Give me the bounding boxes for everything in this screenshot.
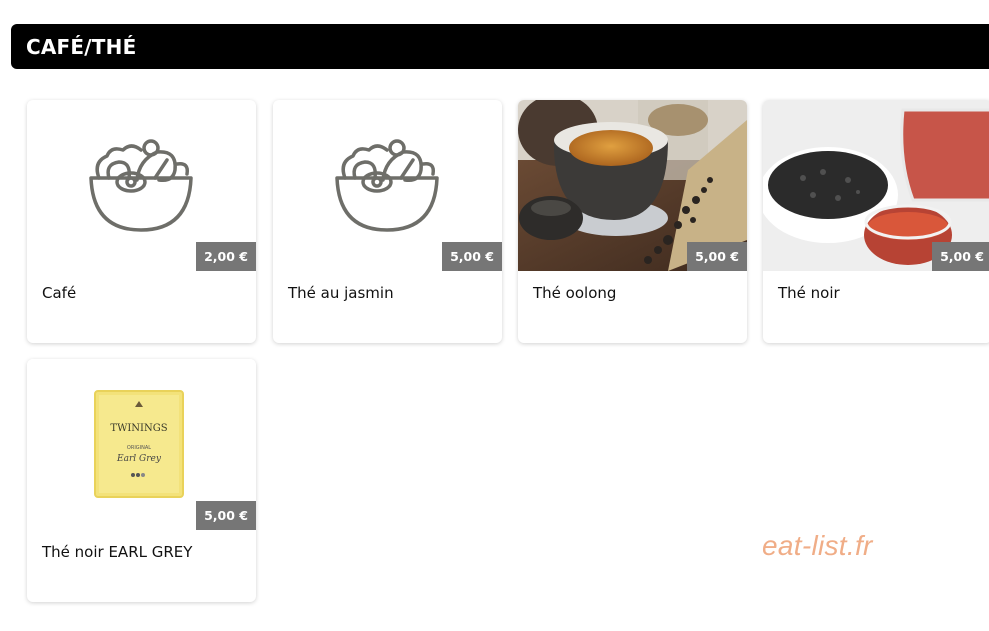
package-brand-text: TWININGS — [110, 423, 167, 434]
site-watermark: eat-list.fr — [762, 530, 873, 561]
product-name: Thé oolong — [533, 284, 617, 302]
price-tag: 5,00 € — [687, 242, 747, 271]
package-flavor-text: Earl Grey — [116, 454, 162, 464]
product-name: Thé noir EARL GREY — [42, 543, 193, 561]
price-tag: 5,00 € — [932, 242, 989, 271]
product-card-the-oolong[interactable]: 5,00 € Thé oolong — [518, 100, 747, 343]
price-tag: 2,00 € — [196, 242, 256, 271]
product-name: Thé au jasmin — [288, 284, 394, 302]
package-sub-text: ORIGINAL — [127, 445, 151, 451]
product-card-the-noir-earl-grey[interactable]: TWININGS ORIGINAL Earl Grey 5,00 € Thé n… — [27, 359, 256, 602]
price-tag: 5,00 € — [442, 242, 502, 271]
category-title: CAFÉ/THÉ — [26, 34, 137, 59]
product-card-the-noir[interactable]: 5,00 € Thé noir — [763, 100, 989, 343]
category-header: CAFÉ/THÉ — [11, 24, 989, 69]
product-name: Café — [42, 284, 77, 302]
price-tag: 5,00 € — [196, 501, 256, 530]
product-name: Thé noir — [778, 284, 840, 302]
product-card-cafe[interactable]: 2,00 € Café — [27, 100, 256, 343]
product-card-the-au-jasmin[interactable]: 5,00 € Thé au jasmin — [273, 100, 502, 343]
